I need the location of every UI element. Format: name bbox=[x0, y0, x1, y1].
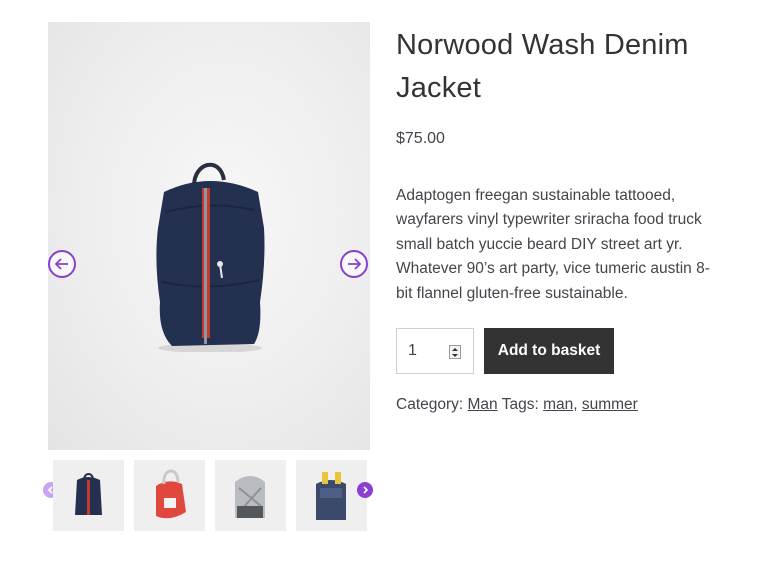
tags-label: Tags: bbox=[501, 396, 539, 413]
add-to-basket-button[interactable]: Add to basket bbox=[484, 328, 614, 374]
thumbnail-4[interactable] bbox=[296, 460, 367, 531]
thumbnail-2[interactable] bbox=[134, 460, 205, 531]
product-gallery bbox=[48, 22, 370, 450]
tag-link-man[interactable]: man bbox=[543, 396, 573, 413]
main-product-image[interactable] bbox=[136, 152, 286, 352]
red-backpack-thumbnail bbox=[156, 469, 186, 519]
tag-link-summer[interactable]: summer bbox=[582, 396, 638, 413]
gallery-next-button[interactable] bbox=[340, 250, 368, 278]
category-label: Category: bbox=[396, 396, 464, 413]
thumbnail-next-button[interactable] bbox=[357, 482, 373, 498]
thumbnail-strip bbox=[40, 458, 380, 534]
stepper-down-icon[interactable] bbox=[452, 353, 458, 357]
quantity-stepper[interactable] bbox=[449, 345, 461, 359]
navy-yellow-backpack-thumbnail bbox=[316, 472, 346, 520]
chevron-right-icon bbox=[363, 486, 369, 494]
product-meta: Category: Man Tags: man, summer bbox=[396, 396, 638, 414]
silver-backpack-thumbnail bbox=[235, 476, 265, 518]
product-title: Norwood Wash Denim Jacket bbox=[396, 29, 689, 104]
category-link-man[interactable]: Man bbox=[468, 396, 498, 413]
arrow-right-icon bbox=[348, 258, 361, 270]
gallery-prev-button[interactable] bbox=[48, 250, 76, 278]
product-price: $75.00 bbox=[396, 130, 445, 147]
quantity-input[interactable]: 1 bbox=[396, 328, 474, 374]
quantity-value: 1 bbox=[408, 342, 417, 359]
thumbnail-3[interactable] bbox=[215, 460, 286, 531]
product-description: Adaptogen freegan sustainable tattooed, … bbox=[396, 187, 710, 302]
thumbnail-1[interactable] bbox=[53, 460, 124, 531]
stepper-up-icon[interactable] bbox=[452, 347, 458, 351]
arrow-left-icon bbox=[55, 258, 68, 270]
tag-separator: , bbox=[573, 396, 578, 413]
navy-backpack-thumbnail bbox=[75, 473, 102, 515]
product-summary: Norwood Wash Denim Jacket $75.00 Adaptog… bbox=[396, 24, 736, 413]
